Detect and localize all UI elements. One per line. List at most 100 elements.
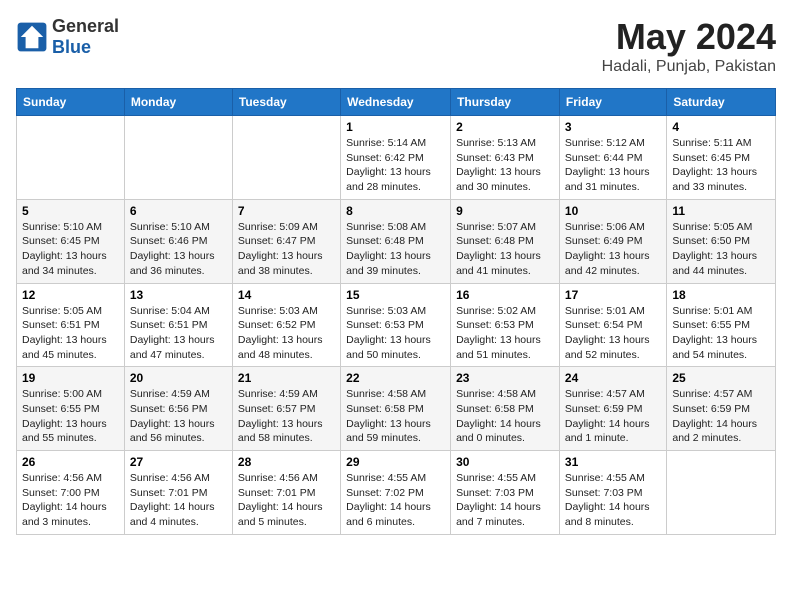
day-number: 10 xyxy=(565,204,661,218)
day-info: Sunrise: 5:07 AM Sunset: 6:48 PM Dayligh… xyxy=(456,220,554,279)
day-info: Sunrise: 5:02 AM Sunset: 6:53 PM Dayligh… xyxy=(456,304,554,363)
day-number: 28 xyxy=(238,455,335,469)
calendar-week-row: 26 Sunrise: 4:56 AM Sunset: 7:00 PM Dayli… xyxy=(17,451,776,535)
day-number: 20 xyxy=(130,371,227,385)
calendar-day-cell: 7 Sunrise: 5:09 AM Sunset: 6:47 PM Daylig… xyxy=(232,199,340,283)
calendar-day-cell: 26 Sunrise: 4:56 AM Sunset: 7:00 PM Dayli… xyxy=(17,451,125,535)
day-of-week-header: Friday xyxy=(559,89,666,116)
calendar-day-cell: 15Sunrise: 5:03 AM Sunset: 6:53 PM Dayli… xyxy=(341,283,451,367)
day-number: 22 xyxy=(346,371,445,385)
day-number: 15 xyxy=(346,288,445,302)
day-of-week-header: Sunday xyxy=(17,89,125,116)
day-of-week-header: Wednesday xyxy=(341,89,451,116)
day-of-week-header: Monday xyxy=(124,89,232,116)
calendar-day-cell: 9 Sunrise: 5:07 AM Sunset: 6:48 PM Daylig… xyxy=(451,199,560,283)
day-info: Sunrise: 5:05 AM Sunset: 6:50 PM Dayligh… xyxy=(672,220,770,279)
calendar-header-row: SundayMondayTuesdayWednesdayThursdayFrid… xyxy=(17,89,776,116)
day-info: Sunrise: 5:06 AM Sunset: 6:49 PM Dayligh… xyxy=(565,220,661,279)
day-number: 18 xyxy=(672,288,770,302)
calendar-day-cell: 17 Sunrise: 5:01 AM Sunset: 6:54 PM Dayli… xyxy=(559,283,666,367)
calendar-day-cell: 21Sunrise: 4:59 AM Sunset: 6:57 PM Dayli… xyxy=(232,367,340,451)
day-info: Sunrise: 5:08 AM Sunset: 6:48 PM Dayligh… xyxy=(346,220,445,279)
day-number: 21 xyxy=(238,371,335,385)
day-info: Sunrise: 4:59 AM Sunset: 6:56 PM Dayligh… xyxy=(130,387,227,446)
calendar-day-cell: 5 Sunrise: 5:10 AM Sunset: 6:45 PM Daylig… xyxy=(17,199,125,283)
calendar-day-cell xyxy=(17,116,125,200)
calendar-day-cell: 16 Sunrise: 5:02 AM Sunset: 6:53 PM Dayli… xyxy=(451,283,560,367)
day-number: 9 xyxy=(456,204,554,218)
day-number: 19 xyxy=(22,371,119,385)
day-number: 16 xyxy=(456,288,554,302)
calendar-day-cell: 12 Sunrise: 5:05 AM Sunset: 6:51 PM Dayli… xyxy=(17,283,125,367)
day-info: Sunrise: 5:03 AM Sunset: 6:52 PM Dayligh… xyxy=(238,304,335,363)
day-info: Sunrise: 5:10 AM Sunset: 6:45 PM Dayligh… xyxy=(22,220,119,279)
calendar-day-cell: 25 Sunrise: 4:57 AM Sunset: 6:59 PM Dayli… xyxy=(667,367,776,451)
day-number: 17 xyxy=(565,288,661,302)
day-number: 1 xyxy=(346,120,445,134)
day-info: Sunrise: 5:12 AM Sunset: 6:44 PM Dayligh… xyxy=(565,136,661,195)
day-info: Sunrise: 5:09 AM Sunset: 6:47 PM Dayligh… xyxy=(238,220,335,279)
calendar-day-cell: 31Sunrise: 4:55 AM Sunset: 7:03 PM Dayli… xyxy=(559,451,666,535)
day-info: Sunrise: 5:04 AM Sunset: 6:51 PM Dayligh… xyxy=(130,304,227,363)
day-info: Sunrise: 5:11 AM Sunset: 6:45 PM Dayligh… xyxy=(672,136,770,195)
calendar-day-cell: 29 Sunrise: 4:55 AM Sunset: 7:02 PM Dayli… xyxy=(341,451,451,535)
calendar-day-cell xyxy=(667,451,776,535)
day-info: Sunrise: 4:56 AM Sunset: 7:00 PM Dayligh… xyxy=(22,471,119,530)
calendar-subtitle: Hadali, Punjab, Pakistan xyxy=(602,58,776,76)
calendar-day-cell: 30Sunrise: 4:55 AM Sunset: 7:03 PM Dayli… xyxy=(451,451,560,535)
day-info: Sunrise: 4:55 AM Sunset: 7:02 PM Dayligh… xyxy=(346,471,445,530)
day-info: Sunrise: 4:57 AM Sunset: 6:59 PM Dayligh… xyxy=(672,387,770,446)
calendar-day-cell: 24 Sunrise: 4:57 AM Sunset: 6:59 PM Dayli… xyxy=(559,367,666,451)
calendar-day-cell: 1Sunrise: 5:14 AM Sunset: 6:42 PM Daylig… xyxy=(341,116,451,200)
calendar-day-cell: 11 Sunrise: 5:05 AM Sunset: 6:50 PM Dayli… xyxy=(667,199,776,283)
calendar-day-cell: 2 Sunrise: 5:13 AM Sunset: 6:43 PM Daylig… xyxy=(451,116,560,200)
day-number: 2 xyxy=(456,120,554,134)
logo-icon xyxy=(16,21,48,53)
calendar-day-cell: 4 Sunrise: 5:11 AM Sunset: 6:45 PM Daylig… xyxy=(667,116,776,200)
day-info: Sunrise: 5:05 AM Sunset: 6:51 PM Dayligh… xyxy=(22,304,119,363)
day-number: 25 xyxy=(672,371,770,385)
logo: General Blue xyxy=(16,16,119,58)
day-number: 3 xyxy=(565,120,661,134)
day-info: Sunrise: 5:01 AM Sunset: 6:55 PM Dayligh… xyxy=(672,304,770,363)
page-header: General Blue May 2024 Hadali, Punjab, Pa… xyxy=(16,16,776,76)
day-number: 7 xyxy=(238,204,335,218)
day-number: 12 xyxy=(22,288,119,302)
day-number: 11 xyxy=(672,204,770,218)
day-number: 8 xyxy=(346,204,445,218)
day-number: 24 xyxy=(565,371,661,385)
day-info: Sunrise: 4:55 AM Sunset: 7:03 PM Dayligh… xyxy=(565,471,661,530)
calendar-day-cell: 14 Sunrise: 5:03 AM Sunset: 6:52 PM Dayli… xyxy=(232,283,340,367)
calendar-day-cell: 20 Sunrise: 4:59 AM Sunset: 6:56 PM Dayli… xyxy=(124,367,232,451)
calendar-week-row: 19Sunrise: 5:00 AM Sunset: 6:55 PM Dayli… xyxy=(17,367,776,451)
day-info: Sunrise: 5:13 AM Sunset: 6:43 PM Dayligh… xyxy=(456,136,554,195)
day-info: Sunrise: 4:56 AM Sunset: 7:01 PM Dayligh… xyxy=(130,471,227,530)
day-number: 26 xyxy=(22,455,119,469)
day-number: 4 xyxy=(672,120,770,134)
title-block: May 2024 Hadali, Punjab, Pakistan xyxy=(602,16,776,76)
day-number: 13 xyxy=(130,288,227,302)
logo-blue-text: Blue xyxy=(52,37,119,58)
day-info: Sunrise: 4:57 AM Sunset: 6:59 PM Dayligh… xyxy=(565,387,661,446)
calendar-title: May 2024 xyxy=(602,16,776,58)
day-info: Sunrise: 5:01 AM Sunset: 6:54 PM Dayligh… xyxy=(565,304,661,363)
day-of-week-header: Tuesday xyxy=(232,89,340,116)
day-number: 30 xyxy=(456,455,554,469)
calendar-table: SundayMondayTuesdayWednesdayThursdayFrid… xyxy=(16,88,776,535)
day-number: 14 xyxy=(238,288,335,302)
day-info: Sunrise: 4:58 AM Sunset: 6:58 PM Dayligh… xyxy=(346,387,445,446)
day-number: 6 xyxy=(130,204,227,218)
calendar-day-cell: 13 Sunrise: 5:04 AM Sunset: 6:51 PM Dayli… xyxy=(124,283,232,367)
day-info: Sunrise: 4:58 AM Sunset: 6:58 PM Dayligh… xyxy=(456,387,554,446)
day-number: 5 xyxy=(22,204,119,218)
calendar-day-cell: 3 Sunrise: 5:12 AM Sunset: 6:44 PM Daylig… xyxy=(559,116,666,200)
calendar-day-cell: 27Sunrise: 4:56 AM Sunset: 7:01 PM Dayli… xyxy=(124,451,232,535)
calendar-day-cell xyxy=(124,116,232,200)
day-info: Sunrise: 4:56 AM Sunset: 7:01 PM Dayligh… xyxy=(238,471,335,530)
calendar-day-cell: 19Sunrise: 5:00 AM Sunset: 6:55 PM Dayli… xyxy=(17,367,125,451)
day-number: 23 xyxy=(456,371,554,385)
calendar-week-row: 12 Sunrise: 5:05 AM Sunset: 6:51 PM Dayli… xyxy=(17,283,776,367)
day-number: 29 xyxy=(346,455,445,469)
calendar-day-cell: 22 Sunrise: 4:58 AM Sunset: 6:58 PM Dayli… xyxy=(341,367,451,451)
logo-general-text: General xyxy=(52,16,119,37)
